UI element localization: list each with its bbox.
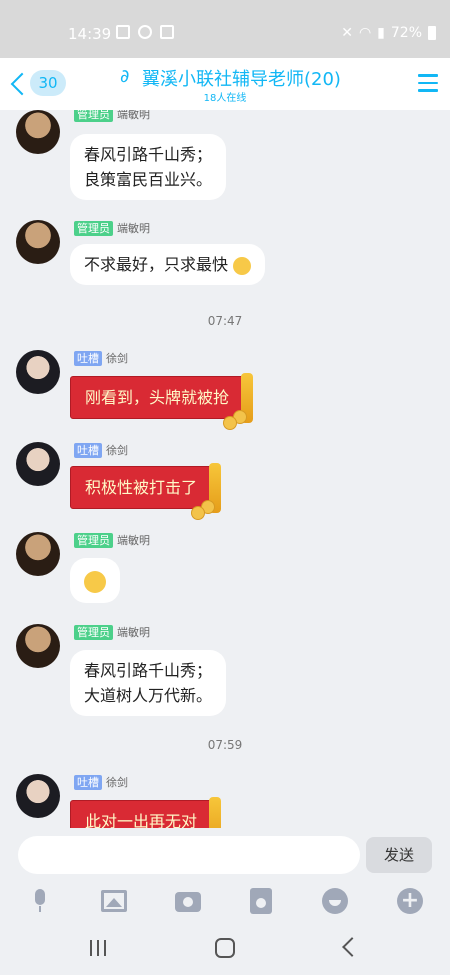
avatar[interactable] xyxy=(16,220,60,264)
coin-decoration xyxy=(191,506,206,520)
time-stamp: 07:59 xyxy=(207,738,243,752)
status-time: 14:39 xyxy=(68,25,112,43)
message-text-line: 大道树人万代新。 xyxy=(84,686,213,705)
menu-icon[interactable] xyxy=(418,74,438,92)
role-badge: 吐槽 xyxy=(74,774,102,790)
role-badge: 管理员 xyxy=(74,532,113,548)
message-input[interactable] xyxy=(18,836,360,874)
message-bubble[interactable]: 此对一出再无对 xyxy=(70,797,222,828)
message-meta: 管理员 端敏明 xyxy=(74,532,150,548)
app-notification-icon xyxy=(138,25,152,39)
message-bubble[interactable]: 不求最好，只求最快 xyxy=(70,244,266,285)
role-badge: 管理员 xyxy=(74,624,113,640)
sender-name: 徐剑 xyxy=(106,776,128,789)
shy-face-emoji-icon xyxy=(84,570,106,593)
message-bubble[interactable]: 积极性被打击了 xyxy=(70,463,222,520)
message-text-line: 春风引路千山秀； xyxy=(84,145,213,164)
online-count: 18人在线 xyxy=(203,93,247,104)
plus-icon[interactable]: + xyxy=(397,888,423,914)
message-text: 刚看到，头牌就被抢 xyxy=(85,388,230,407)
status-bar: 14:39 ✕ ◠ ▮ 72% xyxy=(0,0,450,58)
shy-face-emoji-icon xyxy=(233,256,252,275)
back-icon[interactable] xyxy=(342,937,362,957)
message-text: 此对一出再无对 xyxy=(85,812,198,828)
chat-title: 翼溪小联社辅导老师(20) xyxy=(142,69,341,90)
avatar[interactable] xyxy=(16,110,60,154)
message-meta: 管理员 端敏明 xyxy=(74,624,150,640)
time-stamp: 07:47 xyxy=(207,314,243,328)
sender-name: 徐剑 xyxy=(106,444,128,457)
earpiece-mode-icon[interactable]: ∂ xyxy=(120,66,129,87)
role-badge: 管理员 xyxy=(74,110,113,122)
role-badge: 吐槽 xyxy=(74,442,102,458)
message-meta: 吐槽 徐剑 xyxy=(74,774,128,790)
role-badge: 吐槽 xyxy=(74,350,102,366)
sender-name: 徐剑 xyxy=(106,352,128,365)
mute-icon: ✕ xyxy=(341,25,353,41)
system-nav-bar xyxy=(0,920,450,975)
message-meta: 吐槽 徐剑 xyxy=(74,442,128,458)
sender-name: 端敏明 xyxy=(117,534,150,547)
gallery-notification-icon xyxy=(116,25,130,39)
message-text: 不求最好，只求最快 xyxy=(84,255,229,274)
chat-header: 30 ∂ 翼溪小联社辅导老师(20) 18人在线 xyxy=(0,58,450,110)
bubble-scroll-decoration xyxy=(209,797,222,828)
avatar[interactable] xyxy=(16,350,60,394)
image-icon[interactable] xyxy=(101,890,127,912)
message-text-line: 良策富民百业兴。 xyxy=(84,170,213,189)
red-packet-icon[interactable] xyxy=(250,888,272,914)
message-meta: 管理员 端敏明 xyxy=(74,110,150,122)
message-text-line: 春风引路千山秀； xyxy=(84,661,213,680)
message-list[interactable]: 管理员 端敏明 春风引路千山秀； 良策富民百业兴。 管理员 端敏明 不求最好，只… xyxy=(0,110,450,828)
emoji-icon[interactable] xyxy=(322,888,348,914)
send-button[interactable]: 发送 xyxy=(366,837,432,873)
home-icon[interactable] xyxy=(215,938,235,958)
avatar[interactable] xyxy=(16,774,60,818)
battery-percent: 72% xyxy=(390,25,422,41)
chat-toolbar: + xyxy=(0,882,450,920)
sender-name: 端敏明 xyxy=(117,222,150,235)
message-bubble[interactable]: 春风引路千山秀； 大道树人万代新。 xyxy=(70,650,227,716)
wifi-icon: ◠ xyxy=(358,25,372,41)
recent-apps-icon[interactable] xyxy=(90,940,108,956)
sender-name: 端敏明 xyxy=(117,110,150,121)
coin-decoration xyxy=(223,416,238,430)
message-text: 积极性被打击了 xyxy=(85,478,198,497)
message-bubble[interactable] xyxy=(70,558,120,603)
message-meta: 吐槽 徐剑 xyxy=(74,350,128,366)
screenshot-notification-icon xyxy=(160,25,174,39)
message-bubble[interactable]: 春风引路千山秀； 良策富民百业兴。 xyxy=(70,134,227,200)
mic-icon[interactable] xyxy=(28,888,54,914)
message-bubble[interactable]: 刚看到，头牌就被抢 xyxy=(70,373,254,430)
message-meta: 管理员 端敏明 xyxy=(74,220,150,236)
sender-name: 端敏明 xyxy=(117,626,150,639)
input-bar: 发送 xyxy=(0,828,450,882)
camera-icon[interactable] xyxy=(175,892,201,912)
signal-icon: ▮ xyxy=(377,25,385,41)
battery-icon xyxy=(428,26,436,40)
avatar[interactable] xyxy=(16,624,60,668)
status-right: ✕ ◠ ▮ 72% xyxy=(341,25,436,41)
avatar[interactable] xyxy=(16,532,60,576)
avatar[interactable] xyxy=(16,442,60,486)
notification-icons xyxy=(116,25,174,39)
role-badge: 管理员 xyxy=(74,220,113,236)
